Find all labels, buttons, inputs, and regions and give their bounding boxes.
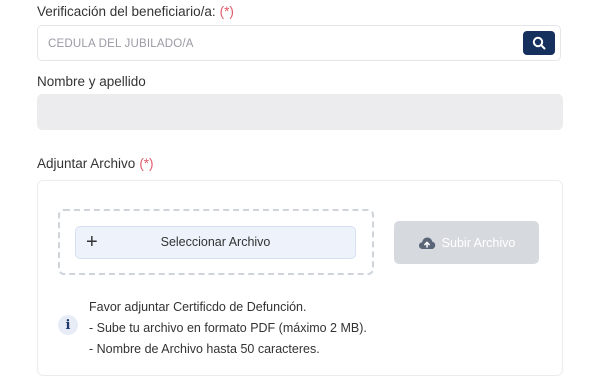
attach-file-label: Adjuntar Archivo (*) — [37, 156, 154, 171]
beneficiary-label-text: Verificación del beneficiario/a: — [37, 4, 216, 19]
required-mark: (*) — [139, 156, 154, 171]
beneficiary-verification-label: Verificación del beneficiario/a: (*) — [37, 4, 234, 19]
cedula-input[interactable] — [46, 26, 520, 62]
instruction-line: - Sube tu archivo en formato PDF (máximo… — [89, 321, 367, 335]
attach-file-label-text: Adjuntar Archivo — [37, 156, 136, 171]
full-name-field — [37, 94, 563, 130]
select-file-label: Seleccionar Archivo — [160, 235, 271, 249]
full-name-label: Nombre y apellido — [37, 74, 146, 89]
cloud-upload-icon — [418, 237, 435, 249]
cedula-search-field — [37, 25, 561, 62]
upload-file-button[interactable]: Subir Archivo — [394, 221, 539, 264]
upload-instructions: Favor adjuntar Certificdo de Defunción. … — [89, 297, 367, 360]
search-icon — [532, 36, 546, 50]
select-file-button[interactable]: + Seleccionar Archivo — [75, 226, 356, 259]
info-icon: i — [58, 315, 78, 335]
required-mark: (*) — [219, 4, 234, 19]
instruction-line: - Nombre de Archivo hasta 50 caracteres. — [89, 342, 320, 356]
search-button[interactable] — [523, 31, 555, 55]
instruction-line: Favor adjuntar Certificdo de Defunción. — [89, 300, 307, 314]
upload-file-label: Subir Archivo — [441, 235, 516, 250]
